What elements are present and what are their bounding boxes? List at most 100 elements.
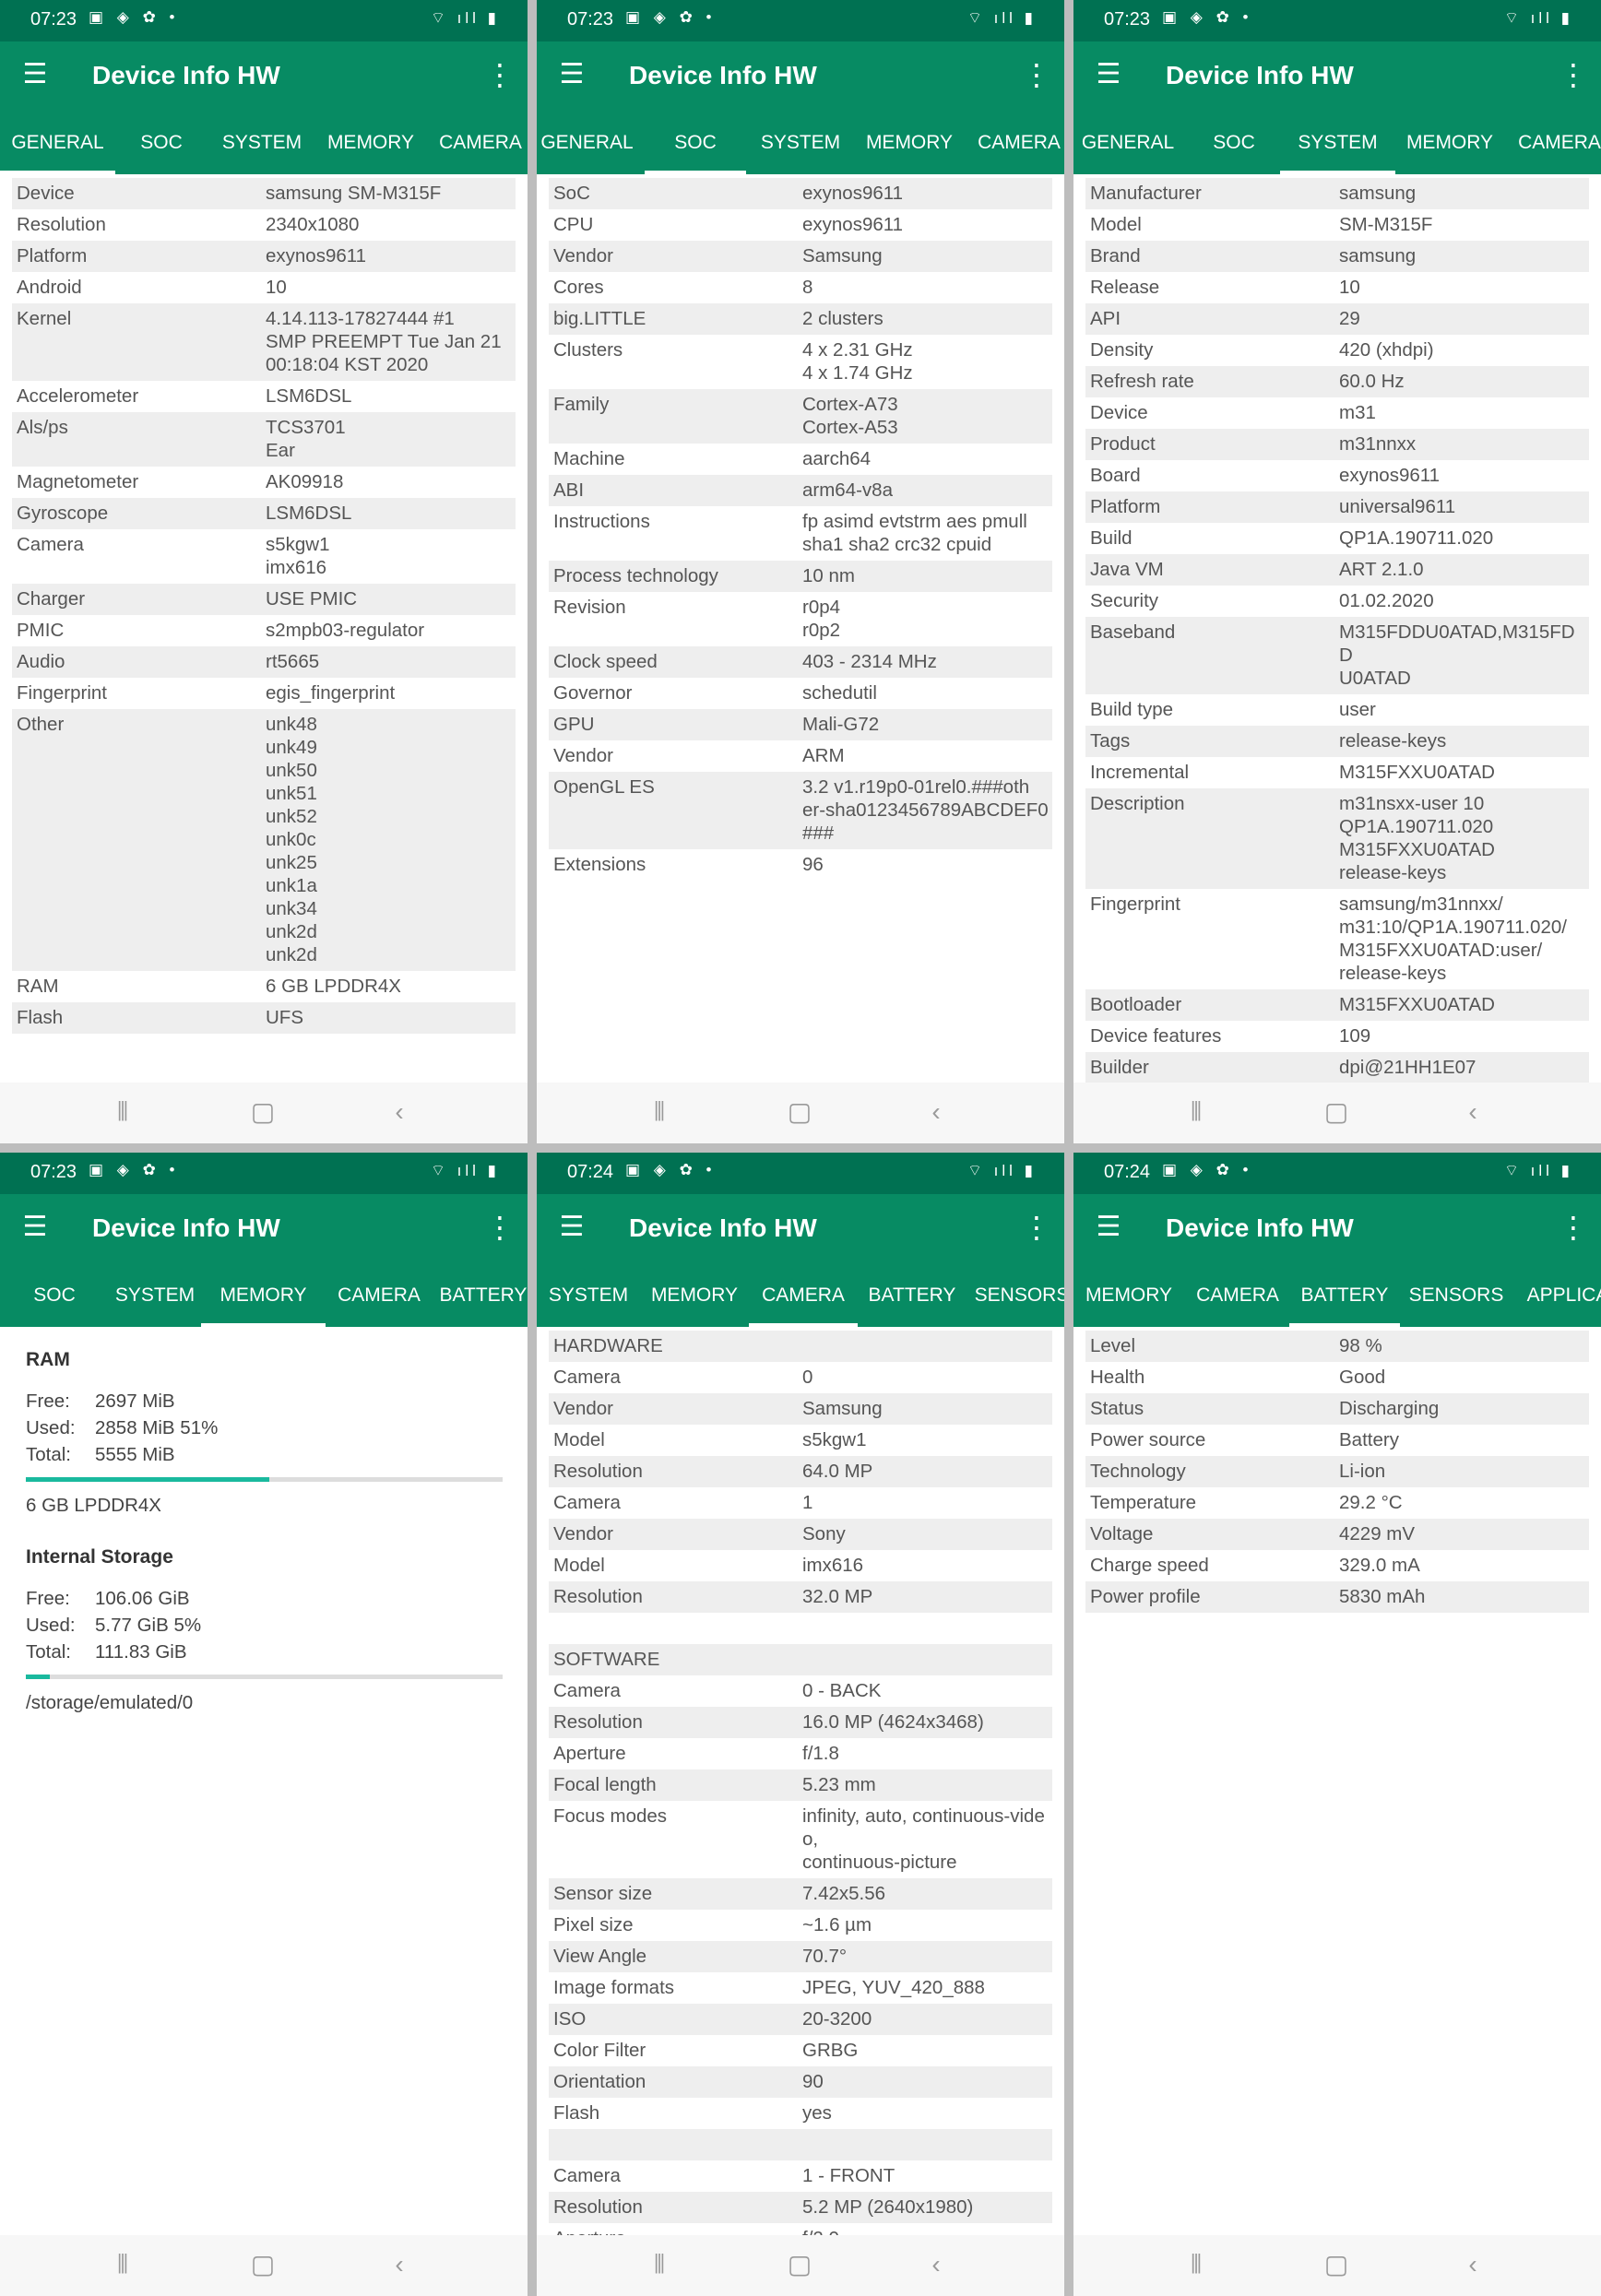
home-icon[interactable]: ▢ [781, 1095, 818, 1129]
info-row: Vendor Sony [549, 1519, 1052, 1550]
tab-camera[interactable]: CAMERA [749, 1263, 858, 1327]
row-label: Resolution [553, 1586, 643, 1607]
tab-camera[interactable]: CAMERA [1186, 1263, 1289, 1327]
home-icon[interactable]: ▢ [1318, 1095, 1355, 1129]
back-icon[interactable]: ‹ [381, 2248, 418, 2281]
tab-sensors[interactable]: SENSORS [1400, 1263, 1512, 1327]
status-time: 07:23 [1104, 9, 1151, 30]
recent-apps-icon[interactable]: ⦀ [104, 1095, 141, 1129]
more-vert-icon[interactable]: ⋮ [1020, 58, 1053, 91]
menu-icon[interactable]: ☰ [18, 1211, 52, 1244]
info-row: Camera 0 [549, 1362, 1052, 1393]
info-row: Device features 109 [1085, 1021, 1589, 1052]
tab-system[interactable]: SYSTEM [746, 111, 855, 174]
menu-icon[interactable]: ☰ [18, 58, 52, 91]
menu-icon[interactable]: ☰ [1092, 1211, 1125, 1244]
tab-general[interactable]: GENERAL [1073, 111, 1188, 174]
tab-system[interactable]: SYSTEM [109, 1263, 201, 1327]
tab-system[interactable]: SYSTEM [208, 111, 316, 174]
tab-system[interactable]: SYSTEM [1280, 111, 1395, 174]
info-row: Vendor Samsung [549, 1393, 1052, 1425]
tab-soc[interactable]: SOC [115, 111, 208, 174]
home-icon[interactable]: ▢ [781, 2248, 818, 2281]
tab-memory[interactable]: MEMORY [1073, 1263, 1186, 1327]
home-icon[interactable]: ▢ [1318, 2248, 1355, 2281]
back-icon[interactable]: ‹ [1454, 2248, 1491, 2281]
tab-sensors[interactable]: SENSORS [967, 1263, 1064, 1327]
more-vert-icon[interactable]: ⋮ [483, 58, 516, 91]
back-icon[interactable]: ‹ [1454, 1095, 1491, 1129]
tab-battery[interactable]: BATTERY [433, 1263, 528, 1327]
recent-apps-icon[interactable]: ⦀ [641, 1095, 678, 1129]
tab-soc[interactable]: SOC [1188, 111, 1280, 174]
status-notification-icons: ▣ ◈ ✿ • [625, 8, 717, 26]
recent-apps-icon[interactable]: ⦀ [641, 2248, 678, 2281]
recent-apps-icon[interactable]: ⦀ [104, 2248, 141, 2281]
tab-system[interactable]: SYSTEM [537, 1263, 640, 1327]
row-label: Product [1090, 433, 1156, 455]
row-label: Vendor [553, 245, 613, 266]
tab-general[interactable]: GENERAL [537, 111, 645, 174]
home-icon[interactable]: ▢ [244, 2248, 281, 2281]
free-line: Free: 106.06 GiB [26, 1585, 505, 1612]
more-vert-icon[interactable]: ⋮ [1020, 1211, 1053, 1244]
more-vert-icon[interactable]: ⋮ [1557, 58, 1590, 91]
row-label: Process technology [553, 565, 718, 586]
info-row: Model imx616 [549, 1550, 1052, 1581]
tab-general[interactable]: GENERAL [0, 111, 115, 174]
tab-memory[interactable]: MEMORY [1395, 111, 1504, 174]
tab-soc[interactable]: SOC [645, 111, 746, 174]
info-row: Voltage 4229 mV [1085, 1519, 1589, 1550]
menu-icon[interactable]: ☰ [555, 1211, 588, 1244]
info-row: Java VM ART 2.1.0 [1085, 554, 1589, 586]
back-icon[interactable]: ‹ [918, 1095, 955, 1129]
row-label: Model [1090, 214, 1142, 235]
row-value: GRBG [802, 2040, 859, 2061]
app-title: Device Info HW [92, 61, 280, 89]
tab-memory[interactable]: MEMORY [640, 1263, 749, 1327]
back-icon[interactable]: ‹ [918, 2248, 955, 2281]
tab-content: HARDWARE Camera 0 Vendor Samsung Model s5kgw1 R… [537, 1327, 1064, 2235]
info-row: Security 01.02.2020 [1085, 586, 1589, 617]
row-value: AK09918 [266, 471, 344, 492]
row-value: 60.0 Hz [1339, 371, 1405, 392]
row-value: TCS3701 Ear [266, 417, 346, 461]
tab-battery[interactable]: BATTERY [858, 1263, 967, 1327]
tab-camera[interactable]: CAMERA [964, 111, 1064, 174]
row-value: QP1A.190711.020 [1339, 527, 1494, 549]
recent-apps-icon[interactable]: ⦀ [1178, 2248, 1215, 2281]
status-signal-battery-icons: ⌔ ıll ▮ [430, 1162, 500, 1179]
used-label: Used: [26, 1417, 76, 1438]
info-row: Other unk48 unk49 unk50 unk51 unk52 unk0c… [12, 709, 516, 971]
total-line: Total: 111.83 GiB [26, 1639, 505, 1665]
row-value: 70.7° [802, 1946, 848, 1967]
tab-memory[interactable]: MEMORY [201, 1263, 326, 1327]
info-row: Als/ps TCS3701 Ear [12, 412, 516, 467]
info-row: Vendor Samsung [549, 241, 1052, 272]
more-vert-icon[interactable]: ⋮ [1557, 1211, 1590, 1244]
tab-camera[interactable]: CAMERA [326, 1263, 433, 1327]
menu-icon[interactable]: ☰ [555, 58, 588, 91]
tab-content: RAM Free: 2697 MiB Used: 2858 MiB 51% Total: 5… [0, 1327, 528, 2235]
row-value: 16.0 MP (4624x3468) [802, 1711, 984, 1733]
tab-soc[interactable]: SOC [0, 1263, 109, 1327]
free-value: 2697 MiB [95, 1391, 175, 1412]
tab-camera[interactable]: CAMERA [425, 111, 528, 174]
tab-memory[interactable]: MEMORY [316, 111, 425, 174]
back-icon[interactable]: ‹ [381, 1095, 418, 1129]
tab-battery[interactable]: BATTERY [1289, 1263, 1400, 1327]
row-value: egis_fingerprint [266, 682, 396, 704]
system-nav-bar: ⦀ ▢ ‹ [1073, 1083, 1601, 1143]
info-row: CPU exynos9611 [549, 209, 1052, 241]
info-row: Color Filter GRBG [549, 2035, 1052, 2066]
row-label: Android [17, 277, 82, 298]
tab-applica[interactable]: APPLICA [1512, 1263, 1601, 1327]
info-row: RAM 6 GB LPDDR4X [12, 971, 516, 1002]
tab-memory[interactable]: MEMORY [855, 111, 964, 174]
recent-apps-icon[interactable]: ⦀ [1178, 1095, 1215, 1129]
more-vert-icon[interactable]: ⋮ [483, 1211, 516, 1244]
tab-camera[interactable]: CAMERA [1504, 111, 1601, 174]
info-row: Focal length 5.23 mm [549, 1769, 1052, 1801]
home-icon[interactable]: ▢ [244, 1095, 281, 1129]
menu-icon[interactable]: ☰ [1092, 58, 1125, 91]
